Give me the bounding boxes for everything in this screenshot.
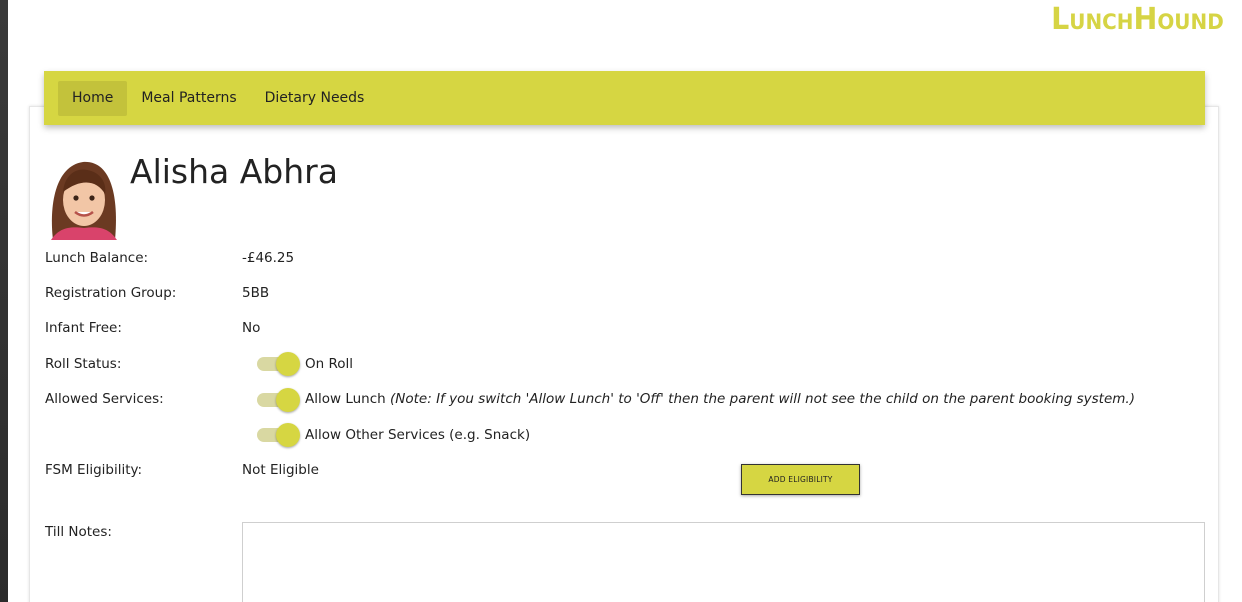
fsm-eligibility-value: Not Eligible [242,462,319,478]
allow-lunch-text: Allow Lunch [305,391,386,407]
student-name: Alisha Abhra [130,152,338,191]
lunchhound-logo: LunchHound [1051,2,1224,37]
registration-group-label: Registration Group: [45,285,177,301]
infant-free-value: No [242,320,261,336]
allow-lunch-label: Allow Lunch (Note: If you switch 'Allow … [305,391,1135,407]
till-notes-field[interactable] [242,522,1205,602]
toggle-knob [276,352,300,376]
roll-status-toggle[interactable] [257,351,300,377]
registration-group-value: 5BB [242,285,270,301]
allow-lunch-toggle[interactable] [257,387,300,413]
lunch-balance-label: Lunch Balance: [45,250,149,266]
allow-other-services-label: Allow Other Services (e.g. Snack) [305,427,531,443]
main-nav: Home Meal Patterns Dietary Needs [44,71,1205,125]
nav-meal-patterns[interactable]: Meal Patterns [127,81,250,116]
roll-status-label: Roll Status: [45,356,122,372]
allow-lunch-note: (Note: If you switch 'Allow Lunch' to 'O… [390,391,1135,407]
fsm-eligibility-label: FSM Eligibility: [45,462,143,478]
lunch-balance-value: -£46.25 [242,250,295,266]
window-edge [0,0,8,602]
student-avatar [45,156,122,240]
infant-free-label: Infant Free: [45,320,122,336]
add-eligibility-button[interactable]: ADD ELIGIBILITY [741,464,860,495]
roll-status-toggle-label: On Roll [305,356,354,372]
allowed-services-label: Allowed Services: [45,391,164,407]
allow-other-services-toggle[interactable] [257,422,300,448]
student-photo-icon [45,156,122,240]
toggle-knob [276,388,300,412]
toggle-knob [276,423,300,447]
till-notes-label: Till Notes: [45,524,112,540]
nav-dietary-needs[interactable]: Dietary Needs [251,81,379,116]
nav-home[interactable]: Home [58,80,128,116]
